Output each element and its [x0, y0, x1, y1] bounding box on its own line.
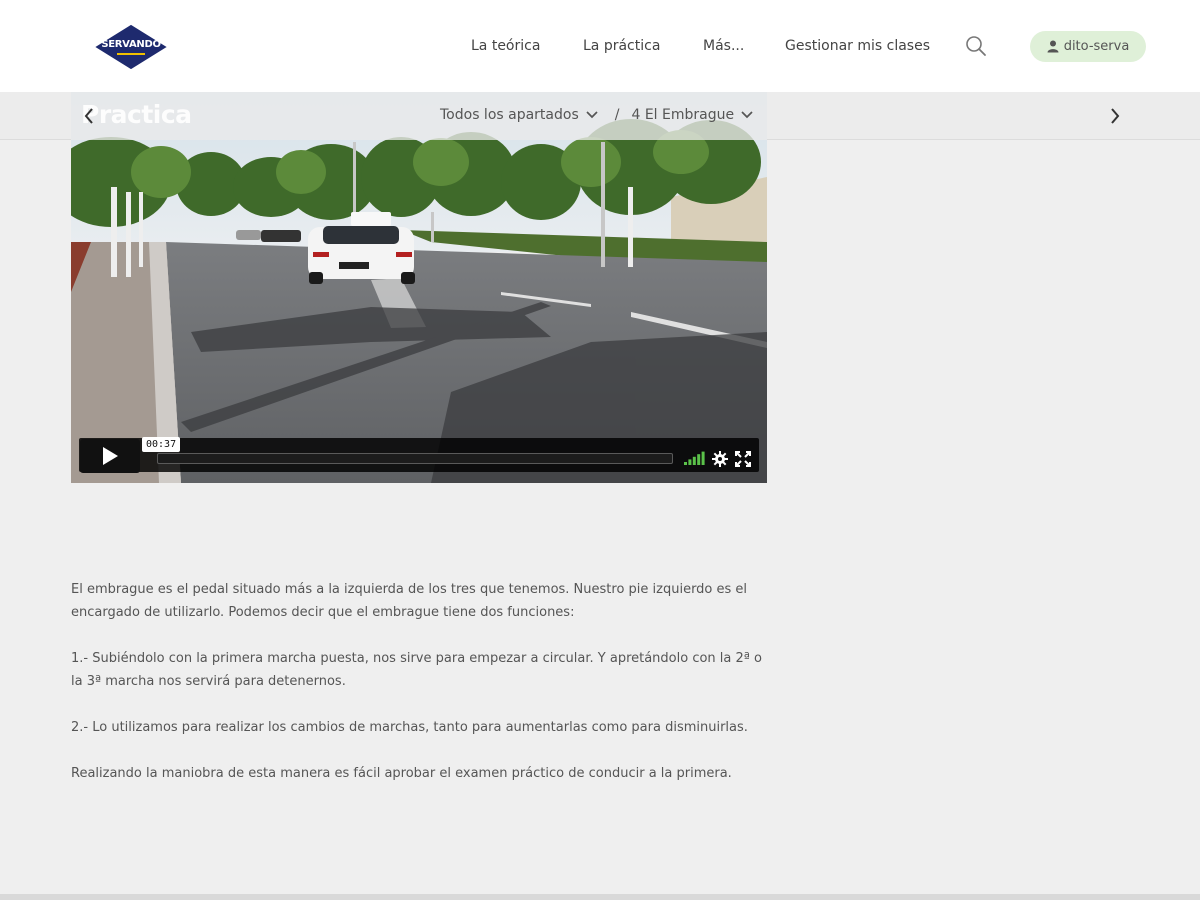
- user-name: dito-serva: [1063, 39, 1130, 54]
- logo-underline: [117, 53, 145, 55]
- chevron-right-icon: [1111, 108, 1120, 124]
- crumb-current-section[interactable]: 4 El Embrague: [631, 107, 754, 123]
- chevron-left-icon: [84, 108, 93, 124]
- article-paragraph: El embrague es el pedal situado más a la…: [71, 582, 748, 620]
- volume-icon[interactable]: [682, 450, 706, 466]
- fullscreen-icon[interactable]: [735, 451, 751, 467]
- search-icon[interactable]: [964, 34, 988, 58]
- video-frame-street-scene: [71, 92, 767, 483]
- crumb-current-label: 4 El Embrague: [631, 107, 735, 123]
- volume-bar: [701, 451, 705, 465]
- nav-gestionar-mis-clases[interactable]: Gestionar mis clases: [785, 38, 930, 54]
- top-navigation-bar: SERVANDO La teórica La práctica Más... G…: [0, 0, 1200, 92]
- current-time: 00:37: [142, 437, 181, 452]
- volume-bar: [688, 459, 692, 465]
- user-account-button[interactable]: dito-serva: [1030, 31, 1146, 62]
- progress-bar[interactable]: [157, 453, 673, 464]
- volume-bar: [697, 454, 701, 465]
- video-player[interactable]: Practica 00:37: [71, 92, 767, 483]
- gear-icon[interactable]: [712, 451, 728, 467]
- servando-logo[interactable]: SERVANDO: [92, 23, 170, 71]
- nav-la-teorica[interactable]: La teórica: [471, 38, 540, 54]
- chevron-down-icon: [586, 111, 598, 119]
- breadcrumb: Todos los apartados / 4 El Embrague: [440, 107, 754, 123]
- logo-text: SERVANDO: [101, 39, 161, 50]
- footer-divider: [0, 894, 1200, 900]
- nav-mas[interactable]: Más...: [703, 38, 744, 54]
- play-icon: [103, 447, 118, 465]
- crumb-all-sections[interactable]: Todos los apartados: [440, 107, 599, 123]
- user-icon: [1047, 40, 1059, 53]
- previous-section-arrow[interactable]: [80, 104, 98, 128]
- lesson-article: El embrague es el pedal situado más a la…: [71, 578, 771, 808]
- volume-bar: [692, 456, 696, 465]
- chevron-down-icon: [741, 111, 753, 119]
- article-paragraph: Realizando la maniobra de esta manera es…: [71, 766, 732, 781]
- breadcrumb-separator: /: [614, 107, 620, 123]
- crumb-all-label: Todos los apartados: [440, 107, 579, 123]
- next-section-arrow[interactable]: [1106, 104, 1124, 128]
- volume-bar: [684, 462, 687, 465]
- play-button[interactable]: [80, 439, 140, 473]
- nav-la-practica[interactable]: La práctica: [583, 38, 660, 54]
- article-paragraph: 2.- Lo utilizamos para realizar los camb…: [71, 720, 748, 735]
- article-paragraph: 1.- Subiéndolo con la primera marcha pue…: [71, 651, 762, 689]
